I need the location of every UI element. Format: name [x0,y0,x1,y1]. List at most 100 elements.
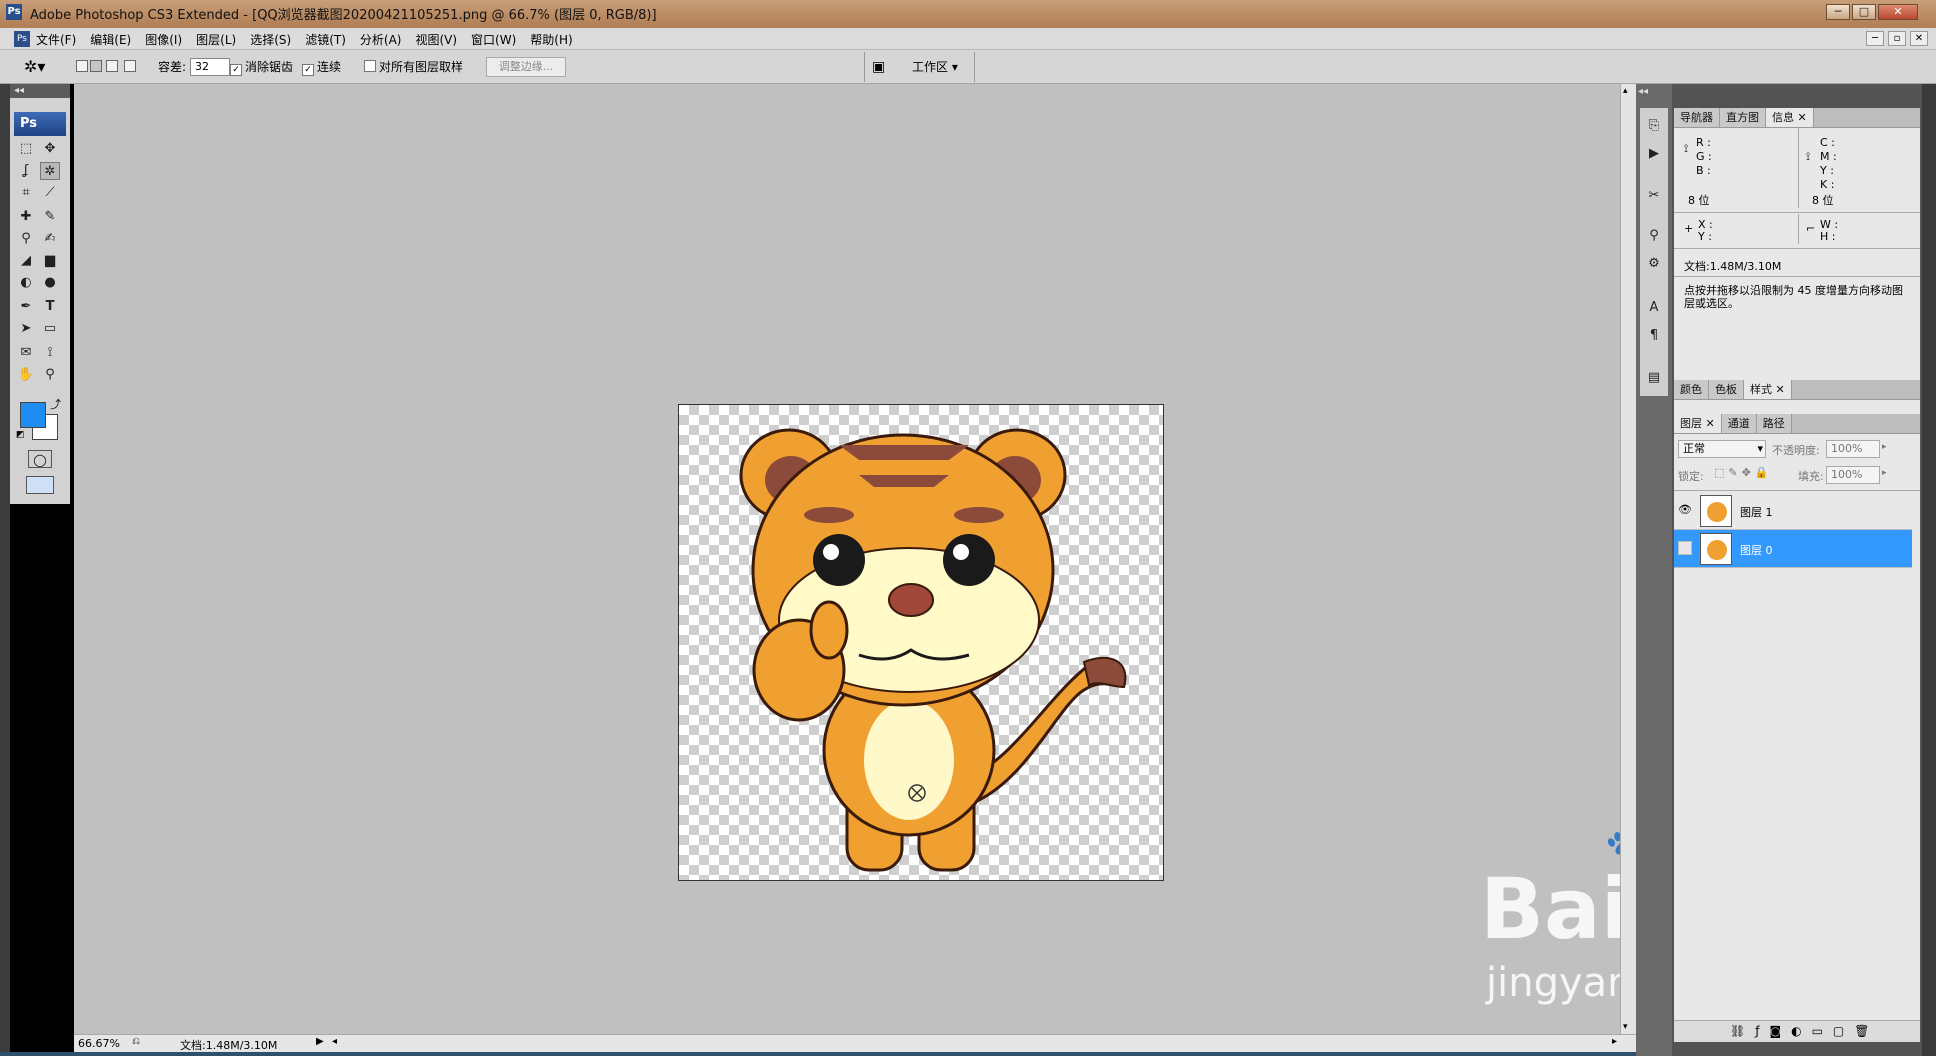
tab-swatches[interactable]: 色板 [1709,380,1744,399]
menu-analysis[interactable]: 分析(A) [360,31,402,48]
minimize-button[interactable]: ─ [1826,4,1850,20]
eye-icon[interactable]: 👁 [1678,503,1692,517]
move-tool-icon[interactable]: ✥ [40,140,60,158]
close-icon[interactable]: ✕ [1706,417,1715,430]
clone-stamp-tool-icon[interactable]: ⚲ [16,230,36,248]
close-button[interactable]: ✕ [1878,4,1918,20]
layer-name[interactable]: 图层 1 [1740,504,1773,520]
antialias-checkbox[interactable]: ✓ [230,64,242,76]
slice-tool-icon[interactable]: ⟋ [40,184,60,202]
add-selection-mode-icon[interactable] [90,60,102,72]
contiguous-option[interactable]: ✓ 连续 [302,58,341,76]
layer-comps-icon[interactable]: ▤ [1644,368,1664,388]
doc-close-button[interactable]: ✕ [1910,31,1928,46]
refine-edge-button[interactable]: 调整边缘... [486,57,566,77]
pen-tool-icon[interactable]: ✒ [16,298,36,316]
tolerance-input[interactable]: 32 [190,58,230,76]
blur-tool-icon[interactable]: ◐ [16,274,36,292]
antialias-option[interactable]: ✓ 消除锯齿 [230,58,293,76]
brush-tool-icon[interactable]: ✎ [40,208,60,226]
opacity-arrow-icon[interactable]: ▸ [1882,442,1887,452]
tools-collapse-icon[interactable]: ◂◂ [10,84,70,98]
brushes-panel-icon[interactable]: ⚲ [1644,226,1664,246]
actions-panel-icon[interactable]: ▶ [1644,144,1664,164]
tool-presets-icon[interactable]: ✂ [1644,186,1664,206]
document-icon[interactable]: Ps [14,31,30,47]
zoom-level[interactable]: 66.67% [78,1037,120,1050]
swap-colors-icon[interactable]: ⤴ [50,396,61,412]
shape-tool-icon[interactable]: ▭ [40,320,60,338]
tab-channels[interactable]: 通道 [1721,414,1757,433]
magic-wand-tool-icon[interactable]: ✲ [40,162,60,180]
menu-layer[interactable]: 图层(L) [196,31,236,48]
tab-paths[interactable]: 路径 [1756,414,1792,433]
new-selection-mode-icon[interactable] [76,60,88,72]
eraser-tool-icon[interactable]: ◢ [16,252,36,270]
menu-view[interactable]: 视图(V) [415,31,457,48]
foreground-color-swatch[interactable] [20,402,46,428]
close-icon[interactable]: ✕ [1776,383,1785,396]
workspace-button[interactable]: 工作区 ▾ [912,58,958,75]
layers-footer-icons[interactable]: ⛓ƒ◙◐▭▢🗑 [1730,1024,1879,1038]
tab-histogram[interactable]: 直方图 [1720,108,1766,127]
all-layers-checkbox[interactable] [364,60,376,72]
tab-navigator[interactable]: 导航器 [1674,108,1720,127]
tab-color[interactable]: 颜色 [1674,380,1709,399]
dock-collapse-icon[interactable]: ◂◂ [1638,86,1648,97]
palette-well-icon[interactable]: ▣ [872,58,892,76]
menu-help[interactable]: 帮助(H) [530,31,572,48]
layer-row[interactable]: 图层 0 [1674,530,1912,568]
visibility-toggle[interactable] [1678,541,1692,555]
canvas-vertical-scrollbar[interactable]: ▴ ▾ [1620,84,1636,1034]
all-layers-option[interactable]: 对所有图层取样 [364,58,463,75]
marquee-tool-icon[interactable]: ⬚ [16,140,36,158]
scroll-left-icon[interactable]: ◂ [332,1036,337,1047]
menu-window[interactable]: 窗口(W) [471,31,516,48]
magic-wand-preset-icon[interactable]: ✲▾ [24,56,58,78]
panels-scrollbar[interactable] [1922,84,1936,1056]
layer-row[interactable]: 👁 图层 1 [1674,492,1912,530]
maximize-button[interactable]: □ [1852,4,1876,20]
history-brush-tool-icon[interactable]: ✍ [40,230,60,248]
tab-styles[interactable]: 样式 ✕ [1744,380,1792,399]
hand-tool-icon[interactable]: ✋ [16,366,36,384]
status-menu-arrow-icon[interactable]: ▶ [316,1036,324,1047]
clone-source-icon[interactable]: ⚙ [1644,254,1664,274]
type-tool-icon[interactable]: T [40,298,60,316]
zoom-tool-icon[interactable]: ⚲ [40,366,60,384]
doc-minimize-button[interactable]: ─ [1866,31,1884,46]
opacity-input[interactable]: 100% [1826,440,1880,458]
subtract-selection-mode-icon[interactable] [106,60,118,72]
contiguous-checkbox[interactable]: ✓ [302,64,314,76]
healing-brush-tool-icon[interactable]: ✚ [16,208,36,226]
menu-edit[interactable]: 编辑(E) [90,31,131,48]
path-selection-tool-icon[interactable]: ➤ [16,320,36,338]
menu-filter[interactable]: 滤镜(T) [305,31,346,48]
document-canvas[interactable] [678,404,1164,881]
blend-mode-select[interactable]: 正常 ▾ [1678,440,1766,458]
quick-mask-icon[interactable]: ◯ [28,450,52,468]
close-icon[interactable]: ✕ [1798,111,1807,124]
scroll-right-icon[interactable]: ▸ [1612,1036,1617,1047]
paragraph-panel-icon[interactable]: ¶ [1644,326,1664,346]
menu-select[interactable]: 选择(S) [250,31,291,48]
canvas-area[interactable]: Baidu 经验 jingyan.baidu.com 🐾 [74,84,1855,1034]
screen-mode-icon[interactable] [26,476,54,494]
fill-input[interactable]: 100% [1826,466,1880,484]
character-panel-icon[interactable]: A [1644,298,1664,318]
history-panel-icon[interactable]: ⎘ [1644,116,1664,136]
doc-restore-button[interactable]: ▫ [1888,31,1906,46]
menu-image[interactable]: 图像(I) [145,31,182,48]
notes-tool-icon[interactable]: ✉ [16,344,36,362]
crop-tool-icon[interactable]: ⌗ [16,184,36,202]
dodge-tool-icon[interactable]: ● [40,274,60,292]
gradient-tool-icon[interactable]: ▆ [40,252,60,270]
eyedropper-tool-icon[interactable]: ⟟ [40,344,60,362]
fill-arrow-icon[interactable]: ▸ [1882,468,1887,478]
scroll-down-icon[interactable]: ▾ [1623,1022,1628,1032]
status-icon[interactable]: ⎌ [132,1036,140,1047]
menu-file[interactable]: 文件(F) [36,31,76,48]
tab-info[interactable]: 信息 ✕ [1766,108,1814,127]
lasso-tool-icon[interactable]: ʆ [16,162,36,180]
lock-icons[interactable]: ⬚✎✥🔒 [1714,466,1773,479]
